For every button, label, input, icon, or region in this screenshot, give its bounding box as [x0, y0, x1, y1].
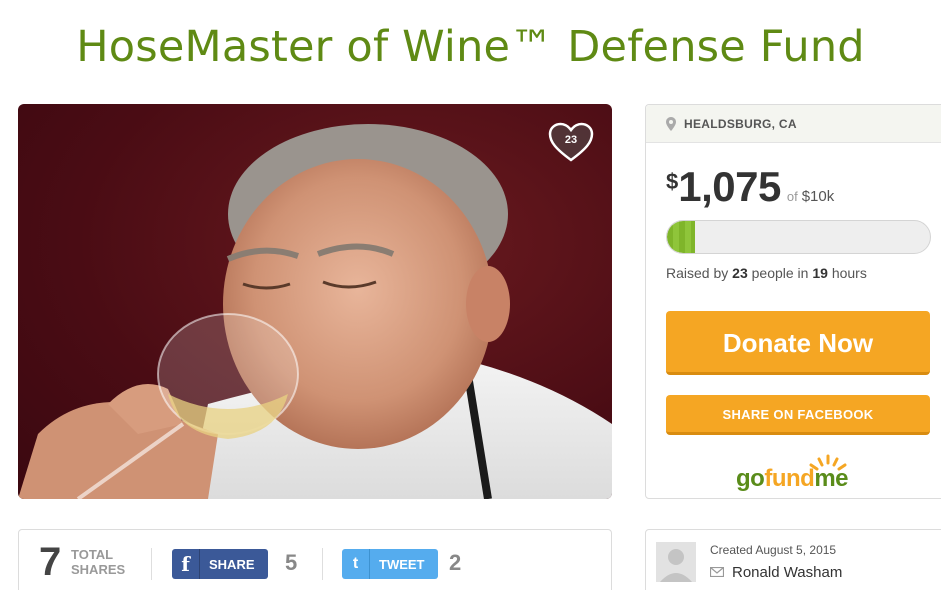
organizer-card: Created August 5, 2015 Ronald Washam [645, 529, 941, 590]
twitter-tweet-button[interactable]: t TWEET [342, 549, 438, 579]
raised-summary: Raised by 23 people in 19 hours [666, 265, 867, 281]
campaign-photo[interactable]: 23 [18, 104, 612, 499]
shares-bar: 7 TOTAL SHARES f SHARE 5 t TWEET 2 [18, 529, 612, 590]
hours-count: 19 [812, 265, 828, 281]
campaign-sidebar: HEALDSBURG, CA $ 1,075 of $10k Raised by… [645, 104, 941, 499]
share-on-facebook-button[interactable]: SHARE ON FACEBOOK [666, 395, 930, 435]
total-shares-count: 7 [39, 540, 62, 584]
favorite-heart-button[interactable]: 23 [548, 122, 594, 164]
amount-raised: $ 1,075 of $10k [666, 163, 834, 211]
facebook-share-button[interactable]: f SHARE [172, 549, 268, 579]
facebook-icon: f [172, 549, 200, 579]
donate-now-button[interactable]: Donate Now [666, 311, 930, 375]
gofundme-wordmark: gofundme [736, 465, 848, 493]
progress-fill [667, 221, 696, 253]
total-shares-label: TOTAL SHARES [71, 547, 125, 577]
divider [151, 548, 152, 580]
logo-fund: fund [764, 465, 815, 492]
people-in-label: people in [751, 265, 809, 281]
amount-of-label: of [786, 189, 798, 204]
facebook-share-label: SHARE [209, 556, 255, 572]
logo-go: go [736, 465, 765, 492]
organizer-name[interactable]: Ronald Washam [732, 564, 842, 581]
donor-count: 23 [732, 265, 748, 281]
gofundme-logo[interactable]: gofundme [736, 453, 866, 493]
location-text: HEALDSBURG, CA [684, 116, 797, 131]
user-silhouette-icon [660, 549, 692, 582]
amount-value: 1,075 [678, 163, 781, 210]
twitter-icon: t [342, 549, 370, 579]
tweet-label: TWEET [379, 556, 425, 572]
currency-symbol: $ [666, 169, 679, 194]
divider [322, 548, 323, 580]
location-bar: HEALDSBURG, CA [646, 105, 941, 143]
goal-value: $10k [801, 188, 835, 205]
campaign-photo-illustration [18, 124, 612, 499]
avatar[interactable] [656, 542, 696, 582]
logo-me: me [814, 465, 848, 492]
total-label-line2: SHARES [71, 562, 126, 577]
progress-bar [666, 220, 931, 254]
total-label-line1: TOTAL [71, 547, 114, 562]
heart-count: 23 [564, 134, 578, 146]
twitter-share-count: 2 [449, 550, 462, 575]
raised-prefix: Raised by [666, 265, 729, 281]
mail-icon[interactable] [710, 567, 724, 577]
location-pin-icon [666, 116, 676, 131]
hours-label: hours [831, 265, 867, 281]
facebook-share-count: 5 [285, 550, 298, 575]
page-title: HoseMaster of Wine™ Defense Fund [76, 22, 865, 72]
created-date: Created August 5, 2015 [710, 543, 837, 557]
